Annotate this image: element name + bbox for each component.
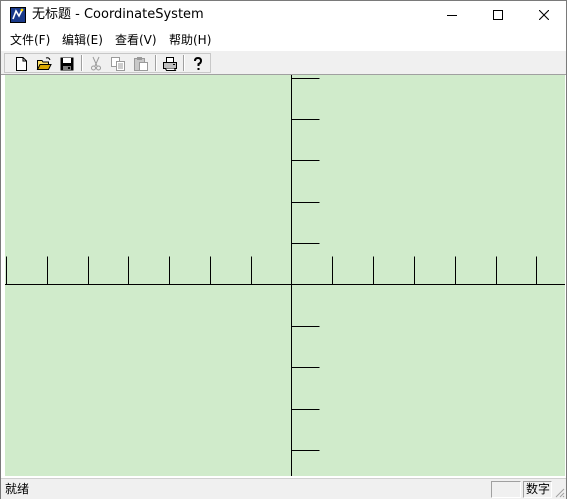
paste-icon xyxy=(134,57,148,71)
open-button[interactable] xyxy=(33,54,55,73)
cut-scissors-icon xyxy=(91,56,101,71)
print-icon xyxy=(163,57,177,71)
toolbar-separator xyxy=(81,55,83,71)
help-button[interactable] xyxy=(187,54,209,73)
open-folder-icon xyxy=(36,57,52,70)
status-pane-empty xyxy=(491,481,521,498)
save-disk-icon xyxy=(60,57,74,71)
title-bar[interactable]: 无标题 - CoordinateSystem xyxy=(1,1,566,30)
help-icon xyxy=(194,56,203,70)
app-window: 无标题 - CoordinateSystem 文件(F) 编辑(E) 查看(V)… xyxy=(0,0,567,499)
save-button[interactable] xyxy=(56,54,78,73)
close-icon xyxy=(539,10,549,20)
maximize-button[interactable] xyxy=(475,1,521,30)
status-pane-numlock: 数字 xyxy=(523,481,552,498)
coordinate-canvas[interactable] xyxy=(5,75,565,476)
menu-bar: 文件(F) 编辑(E) 查看(V) 帮助(H) xyxy=(1,30,566,50)
toolbar xyxy=(1,50,566,75)
new-document-icon xyxy=(16,57,27,71)
maximize-icon xyxy=(493,10,503,20)
copy-icon xyxy=(111,57,125,71)
window-title: 无标题 - CoordinateSystem xyxy=(32,7,204,22)
menu-file[interactable]: 文件(F) xyxy=(10,32,50,48)
resize-grip-icon[interactable] xyxy=(553,486,565,498)
menu-edit[interactable]: 编辑(E) xyxy=(62,32,103,48)
minimize-button[interactable] xyxy=(429,1,475,30)
toolbar-separator xyxy=(183,55,185,71)
menu-view[interactable]: 查看(V) xyxy=(115,32,157,48)
paste-button[interactable] xyxy=(130,54,152,73)
cut-button[interactable] xyxy=(85,54,107,73)
status-bar: 就绪 数字 xyxy=(1,478,566,499)
status-text: 就绪 xyxy=(5,482,30,496)
mfc-app-icon[interactable] xyxy=(10,7,26,23)
minimize-icon xyxy=(447,15,457,16)
toolbar-separator xyxy=(155,55,157,71)
coordinate-axes xyxy=(5,75,565,476)
copy-button[interactable] xyxy=(107,54,129,73)
close-button[interactable] xyxy=(521,1,567,30)
new-button[interactable] xyxy=(10,54,32,73)
menu-help[interactable]: 帮助(H) xyxy=(169,32,211,48)
print-button[interactable] xyxy=(159,54,181,73)
